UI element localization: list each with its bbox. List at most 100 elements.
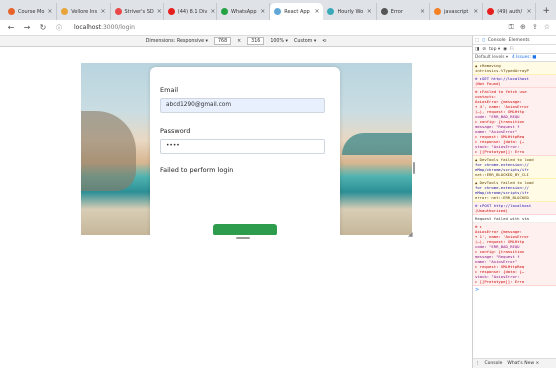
console-line: intrinsics.%TypedArrayP <box>475 68 529 73</box>
tab-console[interactable]: Console <box>488 38 506 43</box>
close-tab-icon[interactable]: × <box>473 8 478 15</box>
favicon-icon <box>380 8 388 15</box>
close-tab-icon[interactable]: × <box>100 8 105 15</box>
context-select[interactable]: top ▾ <box>489 47 500 52</box>
address-bar: ← → ↻ ⓘ localhost:3000/login ⚿ ⊕ ⇪ ☆ <box>0 20 556 36</box>
issues-link[interactable]: 4 Issues: ■ <box>512 55 536 60</box>
drawer-menu-icon[interactable]: ⋮ <box>475 361 480 366</box>
email-field[interactable]: abcd1290@gmail.com <box>160 98 325 113</box>
close-tab-icon[interactable]: × <box>260 8 265 15</box>
inspect-icon[interactable]: ⬚ <box>475 38 479 43</box>
console-error-entry[interactable]: ⊗ ▸Failed to fetch use contacts: AxiosErr… <box>473 88 556 156</box>
close-tab-icon[interactable]: × <box>47 8 52 15</box>
favicon-icon <box>327 8 335 15</box>
close-tab-icon[interactable]: × <box>420 8 425 15</box>
close-tab-icon[interactable]: × <box>367 8 372 15</box>
close-tab-icon[interactable]: × <box>157 8 162 15</box>
console-message-entry[interactable]: Request failed with sta <box>473 215 556 223</box>
browser-tab[interactable]: Error × <box>377 3 430 20</box>
device-toggle-icon[interactable]: ▯ <box>482 38 484 43</box>
viewport-resize-handle-right[interactable] <box>413 162 415 174</box>
email-label: Email <box>160 86 179 94</box>
console-warning-entry[interactable]: ▲ DevTools failed to load for chrome-exte… <box>473 156 556 179</box>
key-icon[interactable]: ⚿ <box>509 23 514 32</box>
browser-tab[interactable]: (44) 8.1 Div × <box>164 3 217 20</box>
browser-tab[interactable]: javascript × <box>430 3 484 20</box>
close-tab-icon[interactable]: × <box>314 8 319 15</box>
favicon-icon <box>433 8 441 15</box>
browser-tab-bar: Course Mo × Vellore Ins × Striver's SD × (44) … <box>0 0 556 20</box>
close-tab-icon[interactable]: × <box>210 8 215 15</box>
favicon-icon <box>487 8 495 15</box>
reload-icon[interactable]: ↻ <box>38 23 48 32</box>
browser-tab[interactable]: WhatsApp × <box>217 3 271 20</box>
tab-elements[interactable]: Elements <box>509 38 530 43</box>
favicon-icon <box>114 8 122 15</box>
console-warning-entry[interactable]: ▲ DevTools failed to load for chrome-exte… <box>473 179 556 202</box>
rotate-icon[interactable]: ⟲ <box>322 39 326 44</box>
favicon-icon <box>8 8 15 15</box>
new-tab-button[interactable]: + <box>536 3 556 20</box>
clear-icon[interactable]: ⊘ <box>482 47 486 52</box>
filter-input[interactable]: Fi <box>510 47 514 52</box>
background-wave <box>342 133 412 155</box>
browser-tab-title: Vellore Ins <box>71 8 98 15</box>
drawer-tab-console[interactable]: Console <box>485 361 503 366</box>
forward-icon[interactable]: → <box>22 23 32 32</box>
address-bar-actions: ⚿ ⊕ ⇪ ☆ <box>509 23 550 32</box>
favicon-icon <box>274 8 282 15</box>
eye-icon[interactable]: ◉ <box>503 47 507 52</box>
star-icon[interactable]: ☆ <box>544 23 550 32</box>
browser-tab[interactable]: (49) auth/× <box>483 3 537 20</box>
console-error-entry[interactable]: ⊗ ▸GET http://localhost (Not Found) <box>473 75 556 88</box>
browser-tab-title: WhatsApp <box>231 8 257 15</box>
console-line: (Not Found) <box>475 81 501 86</box>
browser-tab[interactable]: React App × <box>270 3 324 20</box>
browser-tab-title: Course Mo <box>18 8 45 15</box>
console-line: net::ERR_BLOCKED_BY_CLI <box>475 172 529 177</box>
password-field[interactable]: •••• <box>160 139 325 154</box>
info-icon[interactable]: ⓘ <box>54 23 64 32</box>
emulated-viewport: Email abcd1290@gmail.com Password •••• F… <box>81 63 412 235</box>
login-error-message: Failed to perform login <box>160 166 234 174</box>
browser-tab[interactable]: Vellore Ins × <box>57 3 111 20</box>
zoom-select[interactable]: 100% ▾ <box>270 39 288 44</box>
console-prompt[interactable]: > <box>473 286 556 294</box>
console-toolbar: ◨ ⊘ top ▾ ◉ Fi <box>473 45 556 54</box>
browser-tab-title: (49) auth/ <box>497 8 523 15</box>
close-tab-icon[interactable]: × <box>526 8 531 15</box>
devtools-tabs: ⬚ ▯ Console Elements <box>473 36 556 45</box>
console-log: ▲ ▸Removing intrinsics.%TypedArrayP ⊗ ▸GET… <box>473 62 556 286</box>
console-line: Request failed with sta <box>475 216 529 221</box>
viewport-resize-handle-corner[interactable]: ◢ <box>408 231 413 238</box>
drawer-tabs: ⋮ Console What's New × <box>473 358 556 368</box>
dimensions-select[interactable]: Dimensions: Responsive ▾ <box>146 39 208 44</box>
login-button[interactable] <box>213 224 277 235</box>
console-line: ▸ [[Prototype]]: Erro <box>475 279 525 284</box>
browser-tab-title: Hourly Wo <box>337 8 364 15</box>
console-line: error: net::ERR_BLOCKED <box>475 195 529 200</box>
zoom-icon[interactable]: ⊕ <box>520 23 526 32</box>
console-error-entry[interactable]: ⊗ ▸ AxiosError {message: ▾ 1', name: 'Axi… <box>473 223 556 286</box>
viewport-resize-handle-bottom[interactable] <box>236 237 250 239</box>
console-levels: Default levels ▾ 4 Issues: ■ <box>473 54 556 62</box>
browser-tab[interactable]: Striver's SD × <box>111 3 164 20</box>
share-icon[interactable]: ⇪ <box>532 23 538 32</box>
browser-tab[interactable]: Hourly Wo × <box>323 3 377 20</box>
browser-tab[interactable]: Course Mo × <box>4 3 58 20</box>
url-field[interactable]: localhost:3000/login <box>70 24 135 31</box>
height-input[interactable]: 316 <box>247 37 265 45</box>
levels-select[interactable]: Default levels ▾ <box>475 55 508 60</box>
sidebar-icon[interactable]: ◨ <box>475 47 479 52</box>
browser-tab-title: Error <box>390 8 403 15</box>
favicon-icon <box>61 8 69 15</box>
browser-tab-title: javascript <box>443 8 469 15</box>
drawer-tab-whats-new[interactable]: What's New × <box>507 361 539 366</box>
background-rock <box>81 111 136 191</box>
console-warning-entry[interactable]: ▲ ▸Removing intrinsics.%TypedArrayP <box>473 62 556 75</box>
url-host: localhost <box>74 24 101 31</box>
console-error-entry[interactable]: ⊗ ▸POST http://localhost (Unauthorized) <box>473 202 556 215</box>
throttle-select[interactable]: Custom ▾ <box>294 39 316 44</box>
width-input[interactable]: 768 <box>213 37 232 45</box>
back-icon[interactable]: ← <box>6 23 16 32</box>
